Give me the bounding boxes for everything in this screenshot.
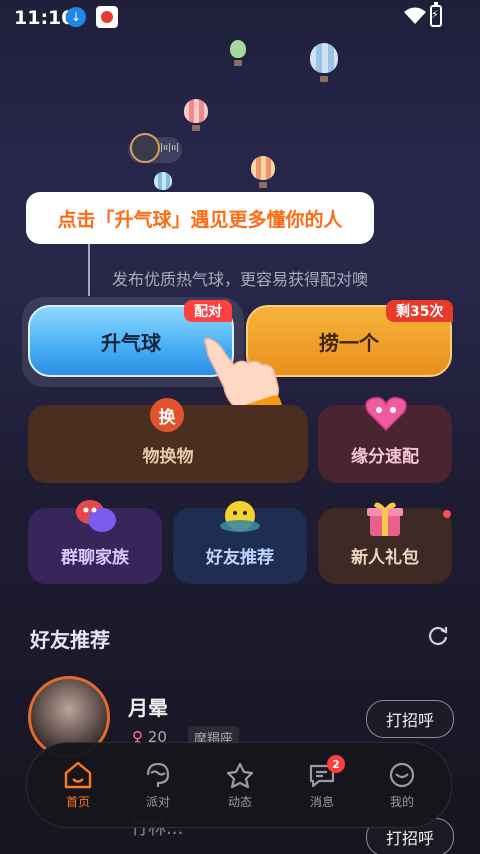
wifi-icon bbox=[404, 7, 426, 24]
new-dot-badge bbox=[443, 510, 451, 518]
app-screen: 11:10 ↓ |ıı|ıı| 点击「升气球」遇见更多懂你的人 发布优质热气球，… bbox=[0, 0, 480, 854]
chat-bubbles-icon bbox=[76, 500, 116, 532]
fate-match-label: 缘分速配 bbox=[351, 447, 419, 467]
subtitle: 发布优质热气球，更容易获得配对噢 bbox=[111, 270, 368, 289]
voice-wave-icon: |ıı|ıı| bbox=[160, 143, 180, 153]
rise-balloon-label: 升气球 bbox=[101, 330, 161, 355]
balloon-icon[interactable] bbox=[184, 99, 208, 131]
tab-messages-label: 消息 bbox=[309, 795, 334, 809]
swap-icon-char: 换 bbox=[158, 407, 176, 428]
battery-icon bbox=[430, 2, 442, 27]
fish-one-label: 捞一个 bbox=[319, 330, 379, 355]
tab-party-label: 派对 bbox=[145, 795, 170, 809]
home-icon bbox=[64, 761, 92, 789]
friend-recommend-label: 好友推荐 bbox=[206, 548, 274, 568]
tab-home-label: 首页 bbox=[65, 795, 90, 809]
newbie-gift-label: 新人礼包 bbox=[351, 548, 419, 568]
tab-moments-label: 动态 bbox=[227, 795, 252, 809]
avatar bbox=[130, 133, 160, 163]
tab-party[interactable]: 派对 bbox=[123, 743, 193, 827]
gift-box-icon bbox=[367, 502, 403, 536]
status-bar: 11:10 ↓ bbox=[0, 0, 480, 34]
voice-balloon[interactable]: |ıı|ıı| bbox=[128, 133, 182, 163]
tab-messages[interactable]: 消息 2 bbox=[287, 743, 357, 827]
refresh-icon[interactable] bbox=[427, 624, 449, 646]
profile-icon bbox=[389, 762, 415, 788]
swap-items-label: 物换物 bbox=[142, 447, 194, 467]
friend-name: 月晕 bbox=[128, 696, 168, 720]
smiley-icon bbox=[220, 501, 260, 532]
download-icon: ↓ bbox=[66, 7, 86, 27]
balloon-icon[interactable] bbox=[251, 156, 275, 188]
remaining-badge: 剩35次 bbox=[386, 300, 454, 322]
swap-icon: 换 bbox=[150, 398, 184, 432]
app-notification-icon bbox=[96, 6, 118, 28]
message-count-badge: 2 bbox=[327, 755, 345, 773]
balloon-icon[interactable] bbox=[310, 43, 338, 82]
tab-moments[interactable]: 动态 bbox=[205, 743, 275, 827]
tab-profile[interactable]: 我的 bbox=[367, 743, 437, 827]
pair-badge: 配对 bbox=[184, 300, 232, 322]
bottom-tab-bar: 首页 派对 动态 消息 2 我的 bbox=[26, 742, 452, 828]
guide-tooltip: 点击「升气球」遇见更多懂你的人 bbox=[26, 192, 374, 244]
tab-home[interactable]: 首页 bbox=[43, 743, 113, 827]
heart-face-icon bbox=[365, 396, 407, 432]
balloon-icon[interactable] bbox=[154, 172, 172, 190]
tab-profile-label: 我的 bbox=[389, 795, 414, 809]
star-icon bbox=[226, 762, 254, 789]
section-title: 好友推荐 bbox=[30, 628, 110, 652]
greet-button[interactable]: 打招呼 bbox=[366, 700, 454, 738]
party-icon bbox=[146, 762, 170, 787]
balloon-icon[interactable] bbox=[230, 40, 246, 66]
group-family-label: 群聊家族 bbox=[61, 548, 129, 568]
